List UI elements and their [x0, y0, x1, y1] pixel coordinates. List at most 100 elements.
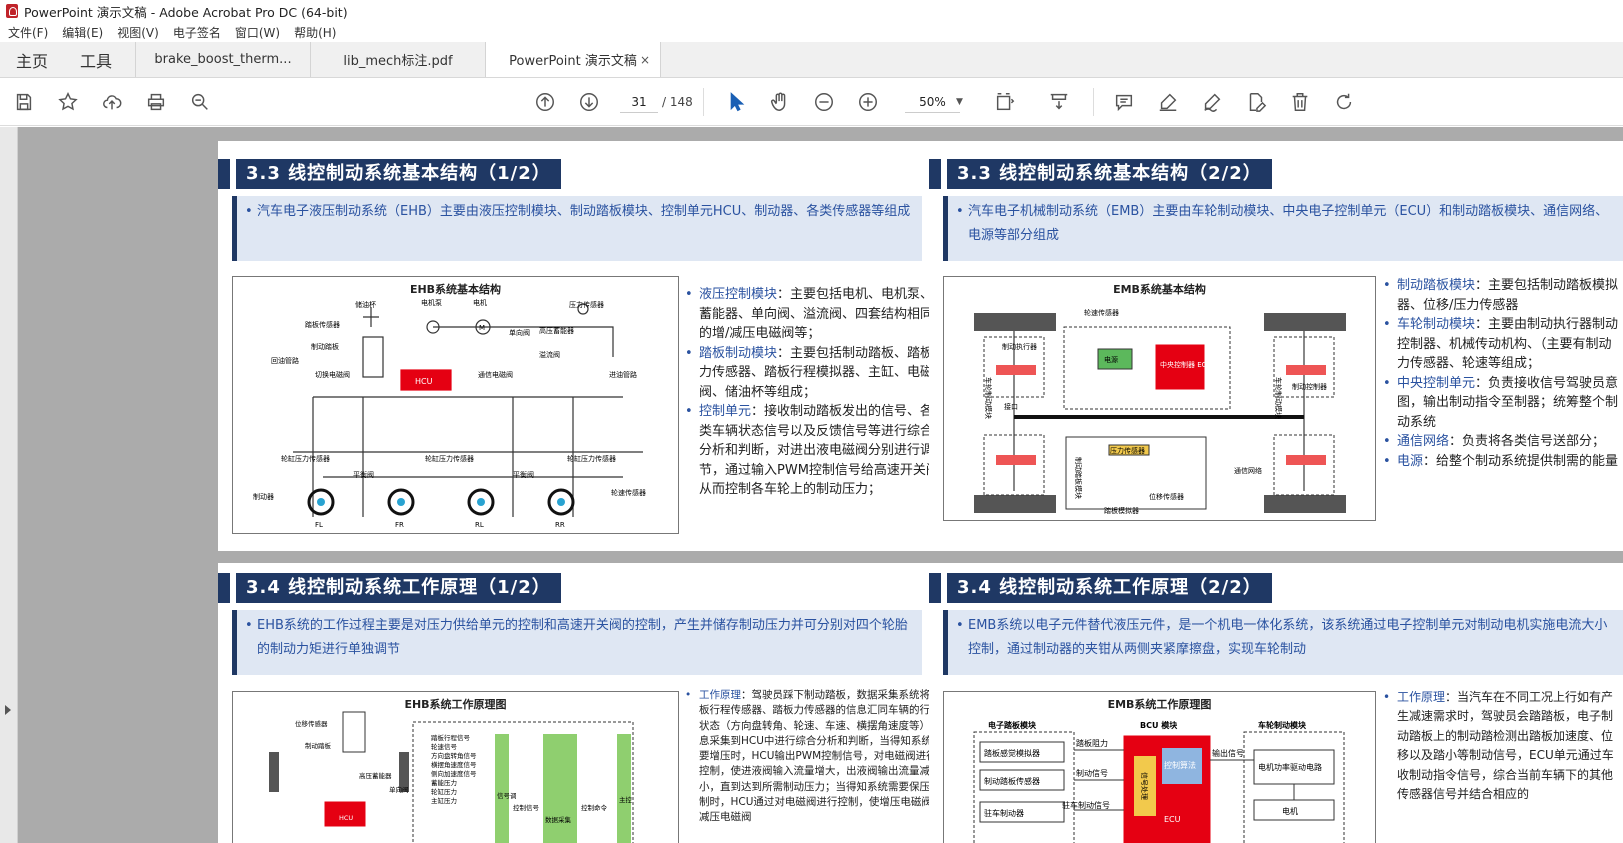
- svg-text:制动踏板传感器: 制动踏板传感器: [984, 776, 1040, 786]
- svg-text:压力传感器: 压力传感器: [569, 300, 604, 309]
- svg-text:轮速信号: 轮速信号: [431, 742, 458, 751]
- slide-title: 3.4 线控制动系统工作原理（1/2）: [218, 573, 561, 603]
- delete-icon[interactable]: [1288, 90, 1312, 114]
- slide-summary: EHB系统的工作过程主要是对压力供给单元的控制和高速开关阀的控制，产生并储存制动…: [232, 610, 922, 675]
- svg-text:位移传感器: 位移传感器: [1149, 492, 1184, 501]
- page-number-input[interactable]: 31: [620, 91, 658, 113]
- emb-principle-diagram: EMB系统工作原理图 电子踏板模块 BCU 模块 车轮制动模块 踏板感觉模拟器: [943, 691, 1376, 843]
- menu-file[interactable]: 文件(F): [8, 24, 48, 41]
- svg-text:制动踏板: 制动踏板: [311, 342, 339, 351]
- slide-title: 3.3 线控制动系统基本结构（1/2）: [218, 159, 561, 189]
- svg-text:踏板阻力: 踏板阻力: [1076, 738, 1108, 748]
- slide-title: 3.3 线控制动系统基本结构（2/2）: [929, 159, 1272, 189]
- scroll-mode-icon[interactable]: [1047, 90, 1071, 114]
- page-down-icon[interactable]: [577, 90, 601, 114]
- print-icon[interactable]: [144, 90, 168, 114]
- page-up-icon[interactable]: [533, 90, 557, 114]
- svg-text:ECU: ECU: [1164, 815, 1181, 824]
- doc-tab-label: PowerPoint 演示文稿: [509, 54, 637, 69]
- zoom-level-input[interactable]: 50%: [905, 91, 960, 113]
- svg-text:BCU 模块: BCU 模块: [1140, 720, 1178, 730]
- doc-tab-brake-boost[interactable]: brake_boost_therm...: [136, 42, 311, 77]
- doc-tab-powerpoint[interactable]: PowerPoint 演示文稿 ×: [486, 42, 661, 77]
- doc-tab-label: lib_mech标注.pdf: [343, 54, 453, 69]
- menu-view[interactable]: 视图(V): [117, 24, 159, 41]
- tab-tools[interactable]: 工具: [80, 48, 112, 72]
- svg-text:控制信号: 控制信号: [513, 803, 540, 812]
- ehb-principle-diagram: EHB系统工作原理图 HCU 位移传感器 制动踏板 高压蓄能器 单向阀 踏板行程…: [232, 691, 679, 843]
- svg-text:主控: 主控: [619, 795, 633, 804]
- svg-text:单向阀: 单向阀: [509, 328, 530, 337]
- menu-window[interactable]: 窗口(W): [235, 24, 280, 41]
- svg-text:接口: 接口: [1004, 402, 1018, 411]
- svg-text:轮缸压力传感器: 轮缸压力传感器: [567, 454, 616, 463]
- svg-text:储油杯: 储油杯: [355, 300, 376, 309]
- svg-text:轮速传感器: 轮速传感器: [611, 488, 646, 497]
- document-canvas[interactable]: 3.3 线控制动系统基本结构（1/2） 汽车电子液压制动系统（EHB）主要由液压…: [18, 127, 1623, 843]
- menu-edit[interactable]: 编辑(E): [62, 24, 103, 41]
- search-zoom-icon[interactable]: [188, 90, 212, 114]
- svg-text:电机功率驱动电路: 电机功率驱动电路: [1258, 762, 1322, 772]
- svg-text:平衡阀: 平衡阀: [513, 470, 534, 479]
- svg-text:信号处理: 信号处理: [1140, 772, 1149, 800]
- doc-tab-lib-mech[interactable]: lib_mech标注.pdf: [311, 42, 486, 77]
- svg-text:轮缸压力传感器: 轮缸压力传感器: [281, 454, 330, 463]
- svg-text:数据采集: 数据采集: [545, 815, 572, 824]
- svg-text:控制算法: 控制算法: [1164, 760, 1196, 770]
- svg-text:控制命令: 控制命令: [581, 803, 608, 812]
- svg-text:进油管路: 进油管路: [609, 370, 637, 379]
- edit-icon[interactable]: [1244, 90, 1268, 114]
- svg-text:通信网络: 通信网络: [1234, 466, 1262, 475]
- svg-text:单向阀: 单向阀: [389, 785, 409, 794]
- ehb-structure-diagram: EHB系统基本结构 HCU M 储油杯 电机泵 电机 压力传感器 踏板传感器 制…: [232, 276, 679, 534]
- home-tools-group: 主页 工具: [0, 42, 136, 77]
- hand-icon[interactable]: [768, 90, 792, 114]
- zoom-out-icon[interactable]: [812, 90, 836, 114]
- svg-text:车轮制动模块: 车轮制动模块: [1258, 720, 1307, 730]
- svg-text:信号调: 信号调: [497, 791, 517, 800]
- comment-icon[interactable]: [1112, 90, 1136, 114]
- svg-text:电机: 电机: [1282, 806, 1298, 816]
- slide-title: 3.4 线控制动系统工作原理（2/2）: [929, 573, 1272, 603]
- svg-text:踏板传感器: 踏板传感器: [305, 320, 340, 329]
- svg-text:主缸压力: 主缸压力: [431, 796, 457, 805]
- svg-text:车轮制动模块: 车轮制动模块: [1274, 377, 1283, 419]
- bookmark-star-icon[interactable]: [56, 90, 80, 114]
- close-tab-icon[interactable]: ×: [640, 53, 650, 67]
- svg-text:电机泵: 电机泵: [421, 298, 442, 307]
- svg-text:高压蓄能器: 高压蓄能器: [539, 326, 574, 335]
- zoom-in-icon[interactable]: [856, 90, 880, 114]
- fit-page-icon[interactable]: [993, 90, 1017, 114]
- navigation-rail[interactable]: [0, 127, 18, 843]
- svg-text:车轮制动模块: 车轮制动模块: [984, 377, 993, 419]
- highlight-icon[interactable]: [1156, 90, 1180, 114]
- slide-ehb-principle: 3.4 线控制动系统工作原理（1/2） EHB系统的工作过程主要是对压力供给单元…: [218, 563, 959, 843]
- svg-text:中央控制器 ECU: 中央控制器 ECU: [1160, 360, 1212, 369]
- svg-text:方向盘转角信号: 方向盘转角信号: [431, 751, 477, 760]
- expand-panel-icon[interactable]: [5, 705, 11, 715]
- select-cursor-icon[interactable]: [724, 90, 748, 114]
- emb-structure-diagram: EMB系统基本结构 中央控制器 ECU 电源 轮速传感器 接口 制动执行器 制动…: [943, 276, 1376, 521]
- slide-summary: 汽车电子液压制动系统（EHB）主要由液压控制模块、制动踏板模块、控制单元HCU、…: [232, 196, 922, 261]
- svg-text:轮缸压力: 轮缸压力: [431, 787, 457, 796]
- zoom-dropdown-icon[interactable]: ▼: [956, 91, 963, 113]
- svg-text:电子踏板模块: 电子踏板模块: [988, 720, 1037, 730]
- svg-text:横摆角速度信号: 横摆角速度信号: [431, 760, 477, 769]
- rotate-icon[interactable]: [1332, 90, 1356, 114]
- svg-text:蓄能压力: 蓄能压力: [431, 778, 457, 787]
- slide-summary: 汽车电子机械制动系统（EMB）主要由车轮制动模块、中央电子控制单元（ECU）和制…: [943, 196, 1623, 261]
- sign-icon[interactable]: [1200, 90, 1224, 114]
- menu-help[interactable]: 帮助(H): [294, 24, 336, 41]
- doc-tab-label: brake_boost_therm...: [154, 52, 292, 67]
- page-total: / 148: [662, 95, 693, 109]
- menu-esign[interactable]: 电子签名: [173, 24, 221, 41]
- slide-emb-structure: 3.3 线控制动系统基本结构（2/2） 汽车电子机械制动系统（EMB）主要由车轮…: [929, 141, 1623, 551]
- svg-text:侧向加速度信号: 侧向加速度信号: [431, 769, 477, 778]
- svg-text:高压蓄能器: 高压蓄能器: [359, 771, 392, 780]
- svg-text:轮速传感器: 轮速传感器: [1084, 308, 1119, 317]
- window-title: PowerPoint 演示文稿 - Adobe Acrobat Pro DC (…: [24, 4, 348, 20]
- upload-icon[interactable]: [100, 90, 124, 114]
- save-icon[interactable]: [12, 90, 36, 114]
- tab-home[interactable]: 主页: [16, 48, 48, 72]
- svg-text:制动踏板模块: 制动踏板模块: [1074, 457, 1083, 499]
